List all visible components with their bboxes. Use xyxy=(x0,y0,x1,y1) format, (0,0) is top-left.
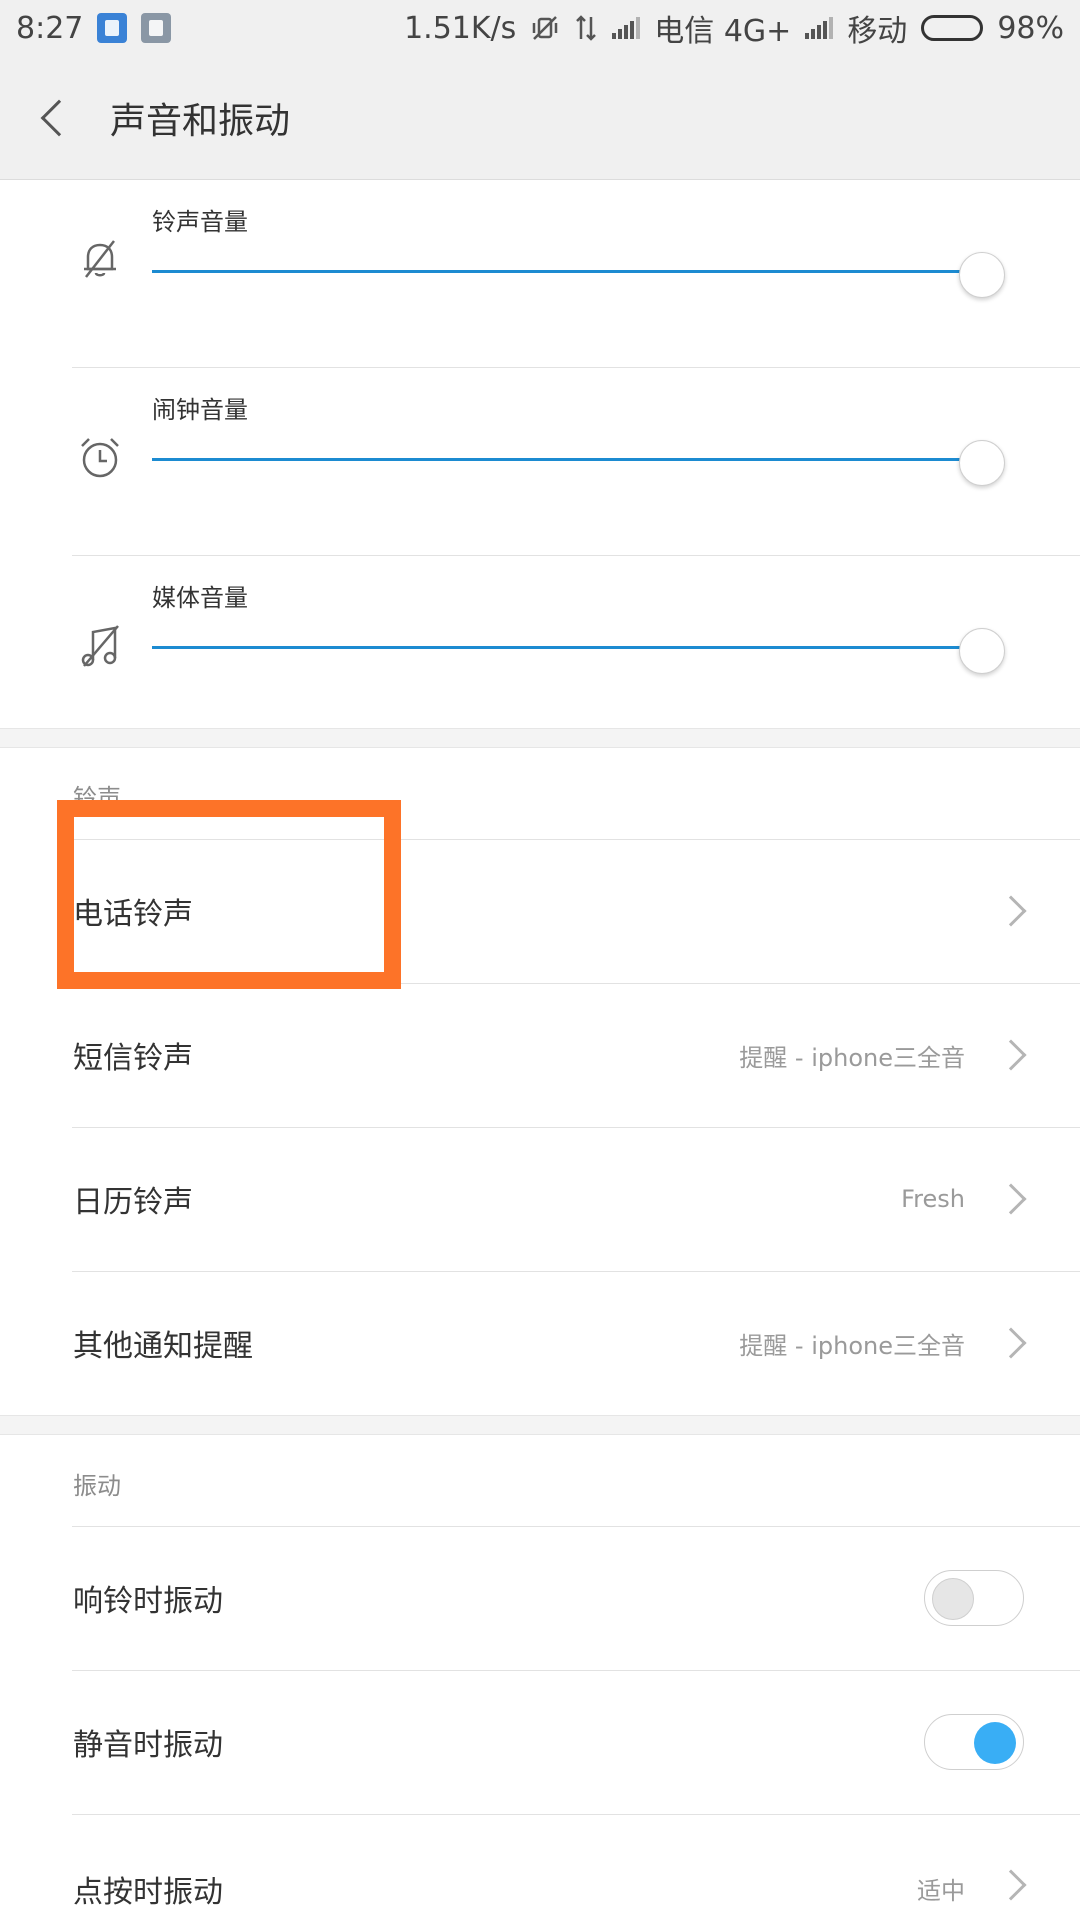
chevron-right-icon xyxy=(995,1327,1027,1359)
carrier-label-1: 电信 4G+ xyxy=(654,14,792,49)
volume-label: 铃声音量 xyxy=(152,208,248,236)
vibration-section-header: 振动 xyxy=(73,1472,121,1500)
vibrate-off-icon xyxy=(533,16,558,40)
chevron-right-icon xyxy=(995,1869,1027,1901)
vibrate-on-tap-row[interactable]: 点按时振动 适中 xyxy=(0,1814,1080,1920)
status-bar: 8:27 1.51K/s 电信 4G+ 移动 98% xyxy=(0,0,1080,56)
back-button[interactable] xyxy=(0,56,110,180)
volume-slider-thumb[interactable] xyxy=(959,252,1005,298)
volume-slider-thumb[interactable] xyxy=(959,628,1005,674)
volume-section: 铃声音量 闹钟音量 媒体音量 xyxy=(0,180,1080,744)
row-label: 静音时振动 xyxy=(73,1728,223,1763)
vibrate-on-silent-toggle[interactable] xyxy=(924,1714,1024,1770)
notification-doc-icon xyxy=(141,13,172,43)
row-label: 短信铃声 xyxy=(73,1041,193,1076)
row-label: 日历铃声 xyxy=(73,1185,193,1220)
alarm-clock-icon xyxy=(81,438,119,478)
section-gap xyxy=(0,728,1080,748)
volume-slider-track[interactable] xyxy=(152,270,982,273)
volume-label: 媒体音量 xyxy=(152,584,248,612)
vibrate-on-ring-toggle[interactable] xyxy=(924,1570,1024,1626)
volume-slider-track[interactable] xyxy=(152,458,982,461)
volume-slider-track[interactable] xyxy=(152,646,982,649)
data-transfer-icon xyxy=(576,15,597,41)
ringtone-other-row[interactable]: 其他通知提醒 提醒 - iphone三全音 xyxy=(0,1271,1080,1415)
net-speed: 1.51K/s xyxy=(404,10,517,46)
row-label: 响铃时振动 xyxy=(73,1584,223,1619)
carrier-label-2: 移动 xyxy=(847,14,908,49)
row-value: Fresh xyxy=(901,1185,965,1213)
bell-muted-icon xyxy=(84,240,116,278)
row-value: 提醒 - iphone三全音 xyxy=(739,1043,965,1072)
signal-strength-icon-2 xyxy=(805,17,834,39)
music-note-muted-icon xyxy=(81,625,119,667)
volume-slider-thumb[interactable] xyxy=(959,440,1005,486)
chevron-right-icon xyxy=(995,1039,1027,1071)
row-label: 其他通知提醒 xyxy=(73,1329,253,1364)
highlight-box xyxy=(57,800,401,989)
ringtone-calendar-row[interactable]: 日历铃声 Fresh xyxy=(0,1127,1080,1271)
alarm-volume-row: 闹钟音量 xyxy=(0,368,1080,556)
ringtone-sms-row[interactable]: 短信铃声 提醒 - iphone三全音 xyxy=(0,983,1080,1127)
chevron-right-icon xyxy=(995,1183,1027,1215)
title-bar: 声音和振动 xyxy=(0,56,1080,180)
status-time: 8:27 xyxy=(16,10,84,46)
volume-label: 闹钟音量 xyxy=(152,396,248,424)
chevron-left-icon xyxy=(40,99,78,136)
ring-volume-row: 铃声音量 xyxy=(0,180,1080,368)
section-gap xyxy=(0,1415,1080,1435)
battery-icon xyxy=(921,15,984,41)
page-title: 声音和振动 xyxy=(110,100,291,142)
row-value: 适中 xyxy=(917,1877,965,1905)
signal-strength-icon xyxy=(612,17,641,39)
notification-app-icon xyxy=(97,13,128,43)
row-label: 点按时振动 xyxy=(73,1875,223,1910)
row-value: 提醒 - iphone三全音 xyxy=(739,1331,965,1360)
toggle-knob xyxy=(974,1722,1016,1764)
toggle-knob xyxy=(932,1578,974,1620)
chevron-right-icon xyxy=(995,895,1027,927)
vibrate-on-silent-row[interactable]: 静音时振动 xyxy=(0,1670,1080,1814)
media-volume-row: 媒体音量 xyxy=(0,556,1080,744)
battery-percent: 98% xyxy=(997,10,1064,46)
vibrate-on-ring-row[interactable]: 响铃时振动 xyxy=(0,1526,1080,1670)
